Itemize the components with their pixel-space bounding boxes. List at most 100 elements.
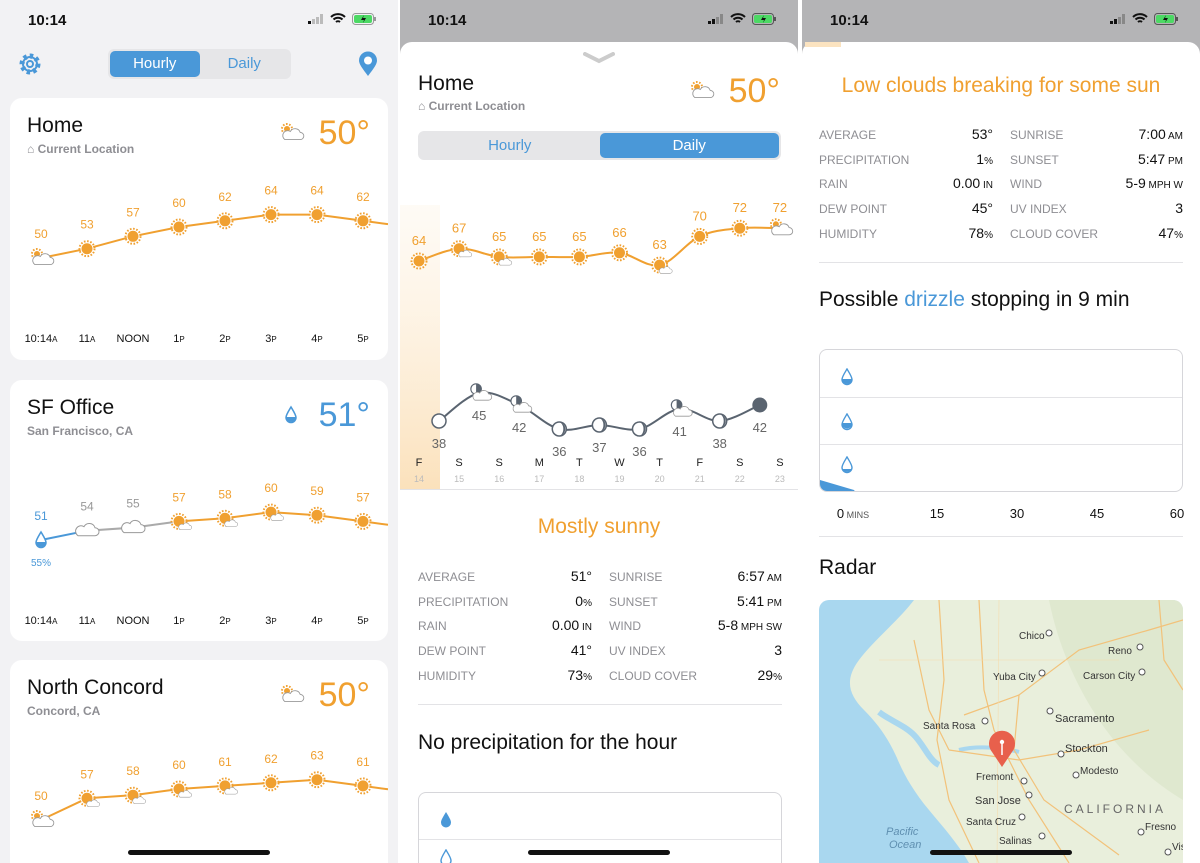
chevron-down-icon[interactable]	[583, 52, 615, 64]
temp-label: 50	[34, 789, 48, 803]
map-label-reno: Reno	[1108, 646, 1132, 657]
hourly-temperature-chart[interactable]: 50 53 57 60 62 64 64 62	[10, 98, 388, 298]
day-date[interactable]: 23	[775, 474, 785, 484]
map-label-ocean: Ocean	[889, 839, 921, 851]
stat-number: 41°	[570, 642, 592, 659]
stat-label: WIND	[1010, 177, 1042, 192]
stat-number: 3	[774, 642, 782, 659]
day-letter[interactable]: T	[576, 457, 583, 469]
day-letter[interactable]: S	[736, 457, 743, 469]
hourly-temperature-chart[interactable]: 51 54 55 57 58 60 59 57 55%	[10, 380, 388, 580]
map-label-santa-cruz: Santa Cruz	[966, 817, 1016, 828]
time-suffix: P	[363, 335, 369, 344]
time-label: 11A	[79, 333, 96, 345]
day-letter[interactable]: S	[455, 457, 462, 469]
day-date[interactable]: 22	[735, 474, 745, 484]
minute-label: 30	[1010, 506, 1024, 521]
home-indicator	[528, 850, 670, 855]
daily-temperature-chart[interactable]: 64 67 65 65 65 66 63 70 72 72 38 45 42 36 37 36 41 38 42 F 1…	[400, 180, 798, 490]
stat-number: 1	[976, 150, 985, 167]
low-temp-label: 36	[552, 444, 566, 459]
time-label: 10:14A	[25, 333, 58, 345]
precip-minute-chart[interactable]	[819, 349, 1183, 492]
drop-icon	[841, 456, 853, 474]
moon-new-icon	[752, 397, 768, 413]
moon-crescent-icon	[631, 421, 648, 437]
home-indicator	[930, 850, 1072, 855]
stat-unit: %	[583, 597, 592, 609]
drop-icon	[441, 812, 451, 828]
temp-label: 59	[310, 484, 324, 498]
day-date[interactable]: 21	[695, 474, 705, 484]
day-date[interactable]: 14	[414, 474, 424, 484]
location-card-north-concord[interactable]: North Concord Concord, CA 50° 50 57 58 60 61 6…	[10, 660, 388, 863]
day-date[interactable]: 15	[454, 474, 464, 484]
drop-icon	[841, 368, 853, 386]
temp-label: 57	[356, 490, 370, 504]
location-card-sf-office[interactable]: SF Office San Francisco, CA 51° 51 54 55 57 5…	[10, 380, 388, 641]
sun-icon	[354, 777, 372, 795]
time-label: 4P	[311, 333, 322, 345]
day-letter[interactable]: F	[696, 457, 703, 469]
location-subtitle-text: Current Location	[428, 99, 526, 113]
tab-hourly[interactable]: Hourly	[110, 51, 200, 77]
stat-number: 45°	[971, 200, 993, 217]
time-value: NOON	[116, 333, 150, 345]
status-time: 10:14	[428, 12, 467, 29]
temp-label: 57	[126, 205, 140, 219]
stat-value: 1%	[976, 151, 993, 167]
map-pin-icon[interactable]	[358, 51, 378, 77]
day-date[interactable]: 18	[574, 474, 584, 484]
cloud-icon	[121, 519, 146, 534]
stat-number: 5:41	[736, 592, 765, 609]
day-letter[interactable]: F	[416, 457, 423, 469]
day-date[interactable]: 19	[614, 474, 624, 484]
minute-value: 60	[1169, 506, 1185, 521]
signal-icon	[708, 14, 723, 24]
time-suffix: A	[90, 617, 96, 626]
day-date[interactable]: 20	[655, 474, 665, 484]
day-date[interactable]: 17	[534, 474, 544, 484]
tab-hourly[interactable]: Hourly	[420, 133, 600, 158]
stat-unit: IN	[579, 622, 592, 634]
day-letter[interactable]: W	[614, 457, 625, 469]
stat-unit: AM	[764, 573, 782, 584]
temp-label: 57	[80, 767, 94, 781]
sun-icon	[170, 218, 188, 236]
stat-number: 5:47	[1137, 150, 1166, 167]
time-label: 5P	[357, 333, 368, 345]
minute-label: 0 MINS	[837, 506, 869, 521]
precip-intensity-fill	[820, 480, 855, 491]
day-date[interactable]: 16	[494, 474, 504, 484]
day-letter[interactable]: T	[656, 457, 663, 469]
stat-value: 5:41 PM	[737, 593, 782, 609]
low-temp-label: 38	[712, 436, 726, 451]
high-temp-label: 70	[692, 208, 706, 223]
tab-daily[interactable]: Daily	[599, 133, 779, 158]
map-label-santa-rosa: Santa Rosa	[923, 721, 976, 732]
day-letter[interactable]: M	[535, 457, 544, 469]
stat-number: 0.00	[952, 175, 981, 192]
battery-icon	[1154, 13, 1178, 25]
map-label-chico: Chico	[1019, 631, 1045, 642]
location-card-home[interactable]: Home ⌂ Current Location 50° 50 53 57 60 62 64 6…	[10, 98, 388, 360]
signal-icon	[308, 14, 323, 24]
temp-label: 61	[356, 755, 370, 769]
time-label: 11A	[79, 615, 96, 627]
day-letter[interactable]: S	[496, 457, 503, 469]
precip-heading-text: Possible	[819, 288, 905, 311]
stat-number: 7:00	[1138, 126, 1166, 142]
moon-crescent-icon	[591, 417, 608, 433]
view-segmented-control: Hourly Daily	[108, 49, 291, 79]
divider	[400, 489, 798, 490]
hourly-temperature-chart[interactable]: 50 57 58 60 61 62 63 61	[10, 660, 388, 860]
status-icons	[1110, 13, 1178, 25]
stat-unit: %	[984, 155, 993, 167]
tab-daily[interactable]: Daily	[200, 51, 290, 77]
radar-map[interactable]: Chico Reno Yuba City Carson City Sacrame…	[819, 600, 1183, 863]
temp-label: 62	[218, 190, 232, 204]
day-stats: AVERAGE 51° PRECIPITATION 0% RAIN 0.00 IN DEW …	[418, 568, 782, 700]
drop-icon	[440, 849, 452, 863]
gear-icon[interactable]	[17, 51, 43, 77]
day-letter[interactable]: S	[776, 457, 783, 469]
